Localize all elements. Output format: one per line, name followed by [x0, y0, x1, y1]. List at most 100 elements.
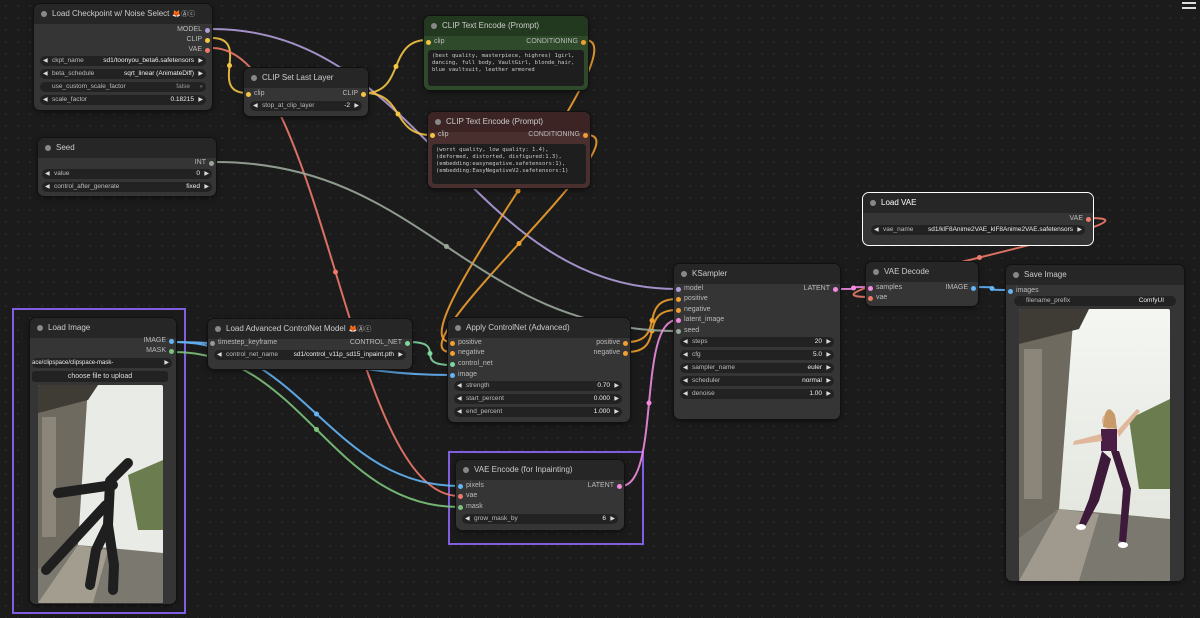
- image-file-combo[interactable]: ace/clipspace/clipspace-mask-2089528.700…: [32, 358, 172, 368]
- prompt-textarea[interactable]: (worst quality, low quality: 1.4), (defo…: [432, 144, 586, 184]
- right-arrow-icon[interactable]: ▶: [826, 389, 831, 399]
- node-title[interactable]: Apply ControlNet (Advanced): [448, 318, 630, 338]
- left-arrow-icon[interactable]: ◀: [457, 394, 462, 404]
- clip-text-encode-positive-node[interactable]: CLIP Text Encode (Prompt) clip CONDITION…: [424, 16, 588, 90]
- wire-vae-decode-midpoint[interactable]: [977, 255, 982, 260]
- left-arrow-icon[interactable]: ◀: [45, 169, 50, 179]
- vae-decode-node[interactable]: VAE Decode samples vae IMAGE: [866, 262, 978, 306]
- vae-encode-inpainting-node[interactable]: VAE Encode (for Inpainting) pixels vae m…: [456, 460, 624, 530]
- wire-clip-midpoint[interactable]: [227, 63, 232, 68]
- right-arrow-icon[interactable]: ▶: [826, 363, 831, 373]
- node-title[interactable]: VAE Encode (for Inpainting): [456, 460, 624, 480]
- right-arrow-icon[interactable]: ▶: [198, 95, 203, 105]
- wire-cnet-pos[interactable]: [626, 298, 678, 343]
- node-title[interactable]: Load VAE: [863, 193, 1093, 213]
- input-model[interactable]: model: [676, 285, 703, 292]
- wire-clip-pos[interactable]: [364, 39, 428, 94]
- prompt-textarea[interactable]: (best quality, masterpiece, highres) 1gi…: [428, 50, 584, 86]
- input-vae[interactable]: vae: [458, 492, 477, 499]
- input-image[interactable]: image: [450, 371, 477, 378]
- right-arrow-icon[interactable]: ▶: [614, 394, 619, 404]
- input-clip[interactable]: clip: [430, 131, 449, 138]
- input-pixels[interactable]: pixels: [458, 482, 484, 489]
- wire-image-encode-midpoint[interactable]: [314, 411, 319, 417]
- control-net-name-combo[interactable]: ◀ control_net_name sd1/control_v11p_sd15_i…: [214, 350, 406, 360]
- clip-text-encode-negative-node[interactable]: CLIP Text Encode (Prompt) clip CONDITION…: [428, 112, 590, 188]
- left-arrow-icon[interactable]: ◀: [683, 389, 688, 399]
- beta-schedule-combo[interactable]: ◀ beta_schedule sqrt_linear (AnimateDiff) ▶: [40, 69, 206, 79]
- start-percent-number[interactable]: ◀ start_percent 0.000 ▶: [454, 394, 622, 404]
- input-positive[interactable]: positive: [676, 295, 708, 302]
- left-arrow-icon[interactable]: ◀: [874, 225, 879, 235]
- output-control-net[interactable]: CONTROL_NET: [350, 339, 411, 346]
- node-title[interactable]: Save Image: [1006, 265, 1184, 285]
- steps-number[interactable]: ◀ steps 20 ▶: [680, 337, 834, 347]
- output-clip[interactable]: CLIP: [342, 90, 366, 97]
- menu-hamburger-icon[interactable]: [1182, 2, 1196, 9]
- right-arrow-icon[interactable]: ▶: [164, 358, 169, 368]
- node-title[interactable]: Load Checkpoint w/ Noise Select 🦊Ⓐⓒ: [34, 4, 212, 24]
- left-arrow-icon[interactable]: ◀: [465, 514, 470, 524]
- cfg-number[interactable]: ◀ cfg 5.0 ▶: [680, 350, 834, 360]
- wire-clip-neg-midpoint[interactable]: [395, 111, 401, 117]
- wire-cond-pos-midpoint[interactable]: [515, 188, 521, 194]
- left-arrow-icon[interactable]: ◀: [683, 363, 688, 373]
- input-clip[interactable]: clip: [426, 38, 445, 45]
- sampler-name-combo[interactable]: ◀ sampler_name euler ▶: [680, 363, 834, 373]
- output-conditioning[interactable]: CONDITIONING: [526, 38, 586, 45]
- input-mask[interactable]: mask: [458, 503, 483, 510]
- filename-prefix-text[interactable]: filename_prefix ComfyUI: [1014, 296, 1176, 306]
- input-vae[interactable]: vae: [868, 294, 887, 301]
- node-title[interactable]: CLIP Set Last Layer: [244, 68, 368, 88]
- right-arrow-icon[interactable]: ▶: [198, 56, 203, 66]
- right-arrow-icon[interactable]: ▶: [614, 381, 619, 391]
- wire-latent-midpoint[interactable]: [851, 285, 856, 291]
- right-arrow-icon[interactable]: ▶: [826, 337, 831, 347]
- wire-clip-neg[interactable]: [364, 92, 432, 136]
- node-title[interactable]: KSampler: [674, 264, 840, 284]
- load-vae-node[interactable]: Load VAE VAE ◀ vae_name sd1/klF8Anime2VAE_…: [863, 193, 1093, 245]
- left-arrow-icon[interactable]: ◀: [683, 350, 688, 360]
- output-conditioning[interactable]: CONDITIONING: [528, 131, 588, 138]
- right-arrow-icon[interactable]: ▶: [204, 182, 209, 192]
- left-arrow-icon[interactable]: ◀: [217, 350, 222, 360]
- right-arrow-icon[interactable]: ▶: [398, 350, 403, 360]
- wire-image-save-midpoint[interactable]: [989, 286, 995, 291]
- wire-latent[interactable]: [837, 286, 870, 290]
- wire-image-save[interactable]: [974, 286, 1010, 291]
- input-control-net[interactable]: control_net: [450, 360, 493, 367]
- grow-mask-by-number[interactable]: ◀ grow_mask_by 6 ▶: [462, 514, 618, 524]
- node-title[interactable]: Load Image: [30, 318, 176, 338]
- wire-mask-encode[interactable]: [173, 351, 460, 508]
- right-arrow-icon[interactable]: ▶: [1077, 225, 1082, 235]
- wire-latent-encode-midpoint[interactable]: [646, 400, 652, 406]
- wire-cnet-neg[interactable]: [626, 309, 678, 353]
- input-image-preview[interactable]: [38, 385, 163, 603]
- ckpt-name-combo[interactable]: ◀ ckpt_name sd1/toonyou_beta6.safetensors ▶: [40, 56, 206, 66]
- output-model[interactable]: MODEL: [177, 26, 210, 33]
- ksampler-node[interactable]: KSampler model positive negative latent_…: [674, 264, 840, 419]
- left-arrow-icon[interactable]: ◀: [43, 95, 48, 105]
- save-image-node[interactable]: Save Image images filename_prefix ComfyUI: [1006, 265, 1184, 581]
- control-after-generate-combo[interactable]: ◀ control_after_generate fixed ▶: [42, 182, 212, 192]
- left-arrow-icon[interactable]: ◀: [457, 407, 462, 417]
- left-arrow-icon[interactable]: ◀: [45, 182, 50, 192]
- wire-cond-neg-midpoint[interactable]: [516, 241, 522, 246]
- load-advanced-controlnet-node[interactable]: Load Advanced ControlNet Model 🦊Ⓐⓒ timest…: [208, 319, 412, 369]
- input-timestep-keyframe[interactable]: timestep_keyframe: [210, 339, 277, 346]
- wire-control-net[interactable]: [408, 341, 452, 366]
- input-clip[interactable]: clip: [246, 90, 265, 97]
- clip-set-last-layer-node[interactable]: CLIP Set Last Layer clip CLIP ◀ stop_at_c…: [244, 68, 368, 116]
- input-latent-image[interactable]: latent_image: [676, 316, 724, 323]
- load-checkpoint-node[interactable]: Load Checkpoint w/ Noise Select 🦊Ⓐⓒ MODEL…: [34, 4, 212, 110]
- left-arrow-icon[interactable]: ◀: [43, 56, 48, 66]
- output-clip[interactable]: CLIP: [186, 36, 210, 43]
- node-title[interactable]: CLIP Text Encode (Prompt): [424, 16, 588, 36]
- wire-control-net-midpoint[interactable]: [427, 351, 433, 356]
- seed-value-number[interactable]: ◀ value 0 ▶: [42, 169, 212, 179]
- scheduler-combo[interactable]: ◀ scheduler normal ▶: [680, 376, 834, 386]
- left-arrow-icon[interactable]: ◀: [457, 381, 462, 391]
- left-arrow-icon[interactable]: ◀: [253, 101, 258, 111]
- output-mask[interactable]: MASK: [146, 347, 174, 354]
- wire-clip[interactable]: [211, 37, 248, 94]
